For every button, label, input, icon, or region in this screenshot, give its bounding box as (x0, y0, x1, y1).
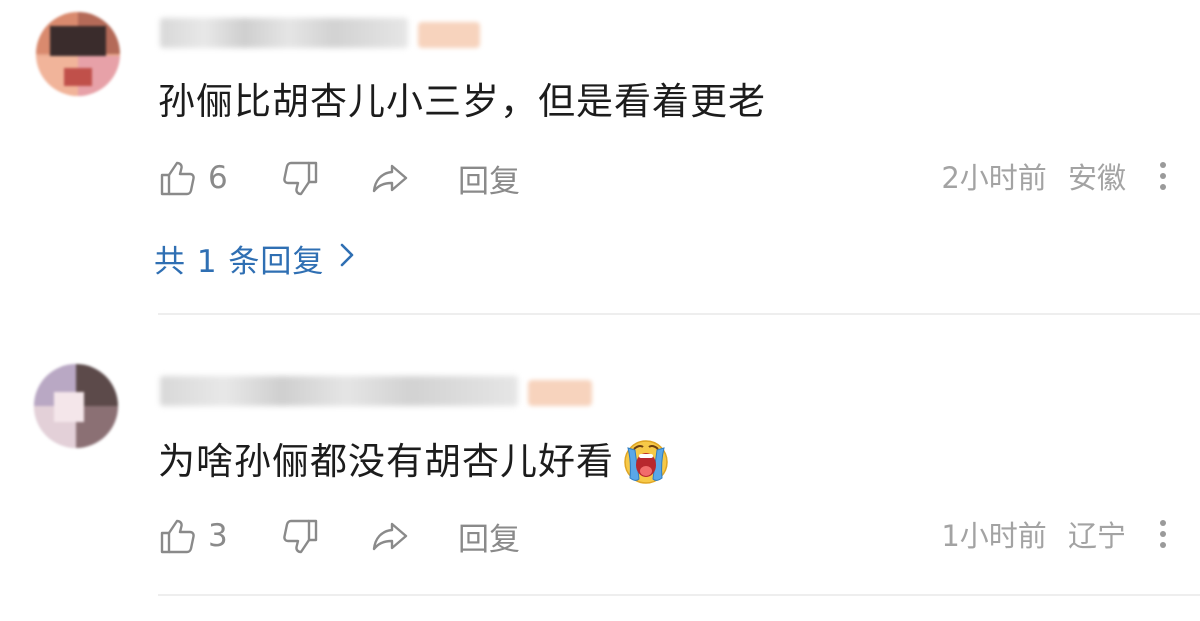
divider (158, 313, 1200, 315)
comment-text: 孙俪比胡杏儿小三岁，但是看着更老 (158, 80, 766, 123)
more-vertical-icon[interactable] (1158, 162, 1168, 194)
more-vertical-icon[interactable] (1158, 520, 1168, 552)
like-button[interactable]: 6 (158, 156, 228, 200)
like-count: 6 (208, 160, 228, 196)
share-icon (370, 158, 410, 198)
comment-meta: 1小时前 辽宁 (941, 514, 1126, 558)
user-badge-blurred (418, 22, 480, 48)
thumbs-down-icon (280, 158, 320, 198)
avatar[interactable] (34, 364, 118, 448)
comment-item: 为啥孙俪都没有胡杏儿好看 3 回复 1小时前 辽宁 (0, 316, 1200, 621)
thumbs-down-icon (280, 516, 320, 556)
comment-item: 孙俪比胡杏儿小三岁，但是看着更老 6 回复 2小时前 安徽 共 1 条回复 (0, 0, 1200, 316)
like-button[interactable]: 3 (158, 514, 228, 558)
reply-button[interactable]: 回复 (458, 156, 520, 200)
user-badge-blurred (528, 380, 592, 406)
thumbs-up-icon (158, 516, 198, 556)
reply-button[interactable]: 回复 (458, 514, 520, 558)
username-blurred[interactable] (160, 376, 518, 406)
dislike-button[interactable] (280, 514, 320, 558)
comment-actions: 3 回复 1小时前 辽宁 (158, 514, 1178, 558)
chevron-right-icon (338, 241, 356, 277)
comment-location: 安徽 (1067, 161, 1126, 195)
comment-text-container: 为啥孙俪都没有胡杏儿好看 (158, 439, 672, 486)
comment-actions: 6 回复 2小时前 安徽 (158, 156, 1178, 200)
dislike-button[interactable] (280, 156, 320, 200)
share-button[interactable] (370, 514, 410, 558)
view-replies-link[interactable]: 共 1 条回复 (154, 236, 356, 281)
comment-text: 为啥孙俪都没有胡杏儿好看 (158, 440, 614, 483)
avatar[interactable] (36, 12, 120, 96)
share-icon (370, 516, 410, 556)
like-count: 3 (208, 518, 228, 554)
crying-face-icon (620, 434, 672, 486)
comment-time: 1小时前 (941, 519, 1047, 553)
share-button[interactable] (370, 156, 410, 200)
replies-count-label: 共 1 条回复 (154, 244, 325, 280)
comment-location: 辽宁 (1067, 519, 1126, 553)
comment-time: 2小时前 (941, 161, 1047, 195)
comment-meta: 2小时前 安徽 (941, 156, 1126, 200)
thumbs-up-icon (158, 158, 198, 198)
divider (158, 594, 1200, 596)
username-blurred[interactable] (160, 18, 408, 48)
